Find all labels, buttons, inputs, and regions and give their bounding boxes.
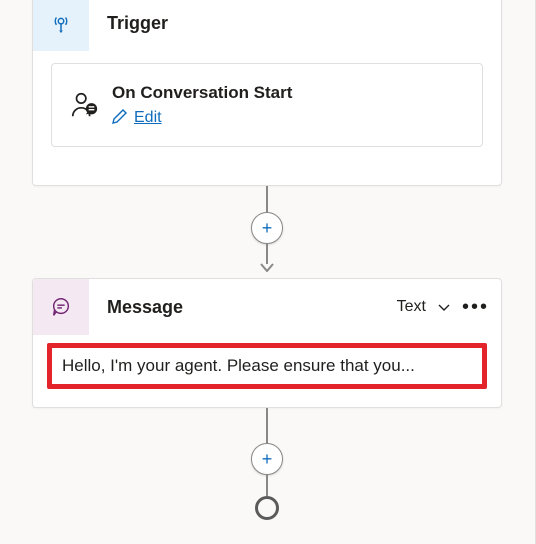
message-title: Message	[107, 297, 183, 318]
add-node-button[interactable]: +	[251, 443, 283, 475]
broadcast-icon	[33, 0, 89, 51]
trigger-title: Trigger	[107, 13, 168, 34]
flow-canvas: Trigger On Conversation Start	[0, 0, 536, 544]
trigger-node-header: Trigger	[33, 0, 501, 51]
trigger-node[interactable]: Trigger On Conversation Start	[32, 0, 502, 186]
arrow-down-icon	[258, 252, 276, 277]
person-speech-icon	[66, 90, 102, 120]
message-type-label: Text	[397, 298, 426, 316]
add-icon: +	[262, 219, 273, 237]
message-node[interactable]: Message Text ••• Hello, I'm your agent. …	[32, 278, 502, 408]
more-menu-button[interactable]: •••	[462, 297, 489, 317]
trigger-event-text: On Conversation Start Edit	[112, 82, 292, 129]
message-body-container: Hello, I'm your agent. Please ensure tha…	[47, 343, 487, 389]
connector-line	[266, 186, 268, 213]
edit-link[interactable]: Edit	[134, 109, 162, 127]
connector-line	[266, 408, 268, 444]
add-node-button[interactable]: +	[251, 212, 283, 244]
message-body-text[interactable]: Hello, I'm your agent. Please ensure tha…	[47, 343, 487, 389]
trigger-event-title: On Conversation Start	[112, 82, 292, 104]
edit-row: Edit	[112, 108, 292, 129]
message-type-dropdown[interactable]	[436, 299, 452, 315]
speech-bubble-icon	[33, 279, 89, 335]
trigger-event-card[interactable]: On Conversation Start Edit	[51, 63, 483, 147]
add-icon: +	[262, 450, 273, 468]
connector-line	[266, 474, 268, 496]
pencil-icon	[112, 108, 128, 129]
chevron-down-icon	[436, 299, 452, 315]
more-icon: •••	[462, 296, 489, 318]
flow-end-node[interactable]	[255, 496, 279, 520]
message-node-header: Message Text •••	[33, 279, 501, 335]
